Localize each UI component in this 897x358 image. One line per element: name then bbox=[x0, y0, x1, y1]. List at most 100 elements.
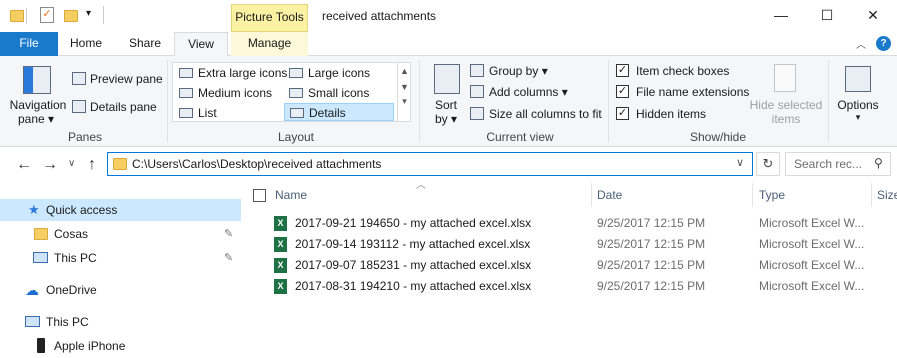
layout-gallery: Extra large icons Large icons Medium ico… bbox=[172, 62, 411, 122]
tab-view[interactable]: View bbox=[174, 32, 228, 57]
file-name: 2017-08-31 194210 - my attached excel.xl… bbox=[295, 279, 532, 293]
hide-selected-items-button[interactable]: Hide selected items bbox=[748, 60, 824, 126]
quick-access-dropdown-icon[interactable]: ▾ bbox=[86, 8, 91, 19]
minimize-button[interactable]: — bbox=[758, 0, 804, 32]
column-name[interactable]: Name bbox=[275, 183, 590, 207]
file-row[interactable]: X 2017-09-21 194650 - my attached excel.… bbox=[247, 213, 897, 234]
file-name: 2017-09-21 194650 - my attached excel.xl… bbox=[295, 216, 532, 230]
tab-manage[interactable]: Manage bbox=[231, 32, 308, 56]
nav-quick-access[interactable]: ★ Quick access bbox=[0, 199, 241, 221]
layout-small-icons[interactable]: Small icons bbox=[284, 84, 394, 102]
more-icon[interactable]: ▾ bbox=[398, 96, 411, 107]
picture-tools-context-label: Picture Tools bbox=[231, 4, 308, 32]
new-folder-icon[interactable] bbox=[64, 7, 78, 23]
sort-by-button[interactable]: Sort by ▾ bbox=[428, 60, 468, 126]
file-row[interactable]: X 2017-08-31 194210 - my attached excel.… bbox=[247, 276, 897, 297]
nav-label: Quick access bbox=[46, 203, 118, 217]
layout-large-icons[interactable]: Large icons bbox=[284, 64, 394, 82]
window-title: received attachments bbox=[322, 9, 437, 23]
layout-medium-icons[interactable]: Medium icons bbox=[174, 84, 284, 102]
collapse-ribbon-icon[interactable]: ︿ bbox=[856, 36, 866, 51]
address-dropdown-icon[interactable]: ∨ bbox=[736, 156, 744, 169]
item-check-boxes-label: Item check boxes bbox=[636, 64, 730, 78]
item-check-boxes-checkbox[interactable]: ✓ bbox=[616, 64, 629, 77]
tab-share[interactable]: Share bbox=[120, 32, 170, 56]
nav-this-pc-pinned[interactable]: This PC ✎ bbox=[0, 247, 241, 269]
forward-button[interactable]: → bbox=[42, 156, 58, 174]
divider bbox=[419, 60, 420, 142]
details-pane-button[interactable]: Details pane bbox=[70, 98, 166, 116]
layout-scroll[interactable]: ▲ ▼ ▾ bbox=[397, 63, 411, 121]
scroll-up-icon[interactable]: ▲ bbox=[398, 66, 411, 76]
nav-onedrive[interactable]: ☁ OneDrive bbox=[0, 279, 241, 301]
search-box[interactable]: Search rec... ⚲ bbox=[785, 152, 891, 176]
address-path[interactable]: C:\Users\Carlos\Desktop\received attachm… bbox=[132, 157, 381, 171]
options-button[interactable]: Options ▾ bbox=[832, 60, 884, 126]
options-label: Options bbox=[837, 98, 879, 112]
file-name: 2017-09-07 185231 - my attached excel.xl… bbox=[295, 258, 532, 272]
phone-icon bbox=[37, 338, 45, 353]
excel-file-icon: X bbox=[274, 237, 287, 252]
nav-cosas[interactable]: Cosas ✎ bbox=[0, 223, 241, 245]
file-row[interactable]: X 2017-09-07 185231 - my attached excel.… bbox=[247, 255, 897, 276]
options-dropdown-icon: ▾ bbox=[855, 112, 861, 122]
ribbon: Navigation pane ▾ Preview pane Details p… bbox=[0, 56, 897, 147]
close-button[interactable]: ✕ bbox=[850, 0, 896, 32]
add-columns-icon bbox=[470, 85, 484, 98]
hide-selected-label-2: items bbox=[771, 112, 801, 126]
pin-icon[interactable]: ✎ bbox=[224, 223, 233, 245]
tab-file[interactable]: File bbox=[0, 32, 58, 56]
folder-icon bbox=[10, 7, 24, 23]
title-bar: ✓ ▾ Picture Tools received attachments —… bbox=[0, 0, 897, 32]
size-all-columns-button[interactable]: Size all columns to fit bbox=[468, 105, 608, 123]
column-type[interactable]: Type bbox=[759, 183, 867, 207]
navigation-pane: ★ Quick access Cosas ✎ This PC ✎ ☁ OneDr… bbox=[0, 181, 241, 358]
add-columns-button[interactable]: Add columns ▾ bbox=[468, 83, 608, 101]
navigation-pane-label: Navigation bbox=[9, 98, 67, 112]
excel-file-icon: X bbox=[274, 258, 287, 273]
pin-icon[interactable]: ✎ bbox=[224, 247, 233, 269]
file-name-extensions-checkbox[interactable]: ✓ bbox=[616, 85, 629, 98]
navigation-pane-button[interactable]: Navigation pane ▾ bbox=[6, 60, 66, 126]
nav-this-pc[interactable]: This PC bbox=[0, 311, 241, 333]
preview-pane-icon bbox=[72, 72, 86, 85]
details-pane-label: Details pane bbox=[90, 100, 157, 114]
divider[interactable] bbox=[591, 183, 592, 207]
divider[interactable] bbox=[871, 183, 872, 207]
divider bbox=[26, 8, 27, 24]
preview-pane-button[interactable]: Preview pane bbox=[70, 70, 166, 88]
nav-label: This PC bbox=[54, 251, 97, 265]
layout-details[interactable]: Details bbox=[284, 103, 394, 121]
layout-extra-large-icons[interactable]: Extra large icons bbox=[174, 64, 287, 82]
group-by-button[interactable]: Group by ▾ bbox=[468, 62, 608, 80]
maximize-button[interactable]: ☐ bbox=[804, 0, 850, 32]
up-button[interactable]: ↑ bbox=[88, 156, 96, 174]
add-columns-label: Add columns ▾ bbox=[489, 85, 568, 99]
address-bar[interactable]: C:\Users\Carlos\Desktop\received attachm… bbox=[107, 152, 753, 176]
column-size[interactable]: Size bbox=[877, 183, 897, 207]
excel-file-icon: X bbox=[274, 216, 287, 231]
recent-locations-icon[interactable]: ∨ bbox=[68, 158, 75, 169]
layout-list[interactable]: List bbox=[174, 104, 284, 122]
divider[interactable] bbox=[752, 183, 753, 207]
file-name-extensions-toggle[interactable]: ✓ File name extensions bbox=[616, 84, 749, 100]
refresh-button[interactable]: ↻ bbox=[756, 152, 780, 176]
divider bbox=[167, 60, 168, 142]
hidden-items-toggle[interactable]: ✓ Hidden items bbox=[616, 106, 746, 122]
scroll-down-icon[interactable]: ▼ bbox=[398, 82, 411, 92]
item-check-boxes-toggle[interactable]: ✓ Item check boxes bbox=[616, 63, 746, 79]
tab-home[interactable]: Home bbox=[62, 32, 110, 56]
divider bbox=[103, 6, 104, 24]
column-date[interactable]: Date bbox=[597, 183, 747, 207]
ribbon-tabs: File Home Share View Manage ︿ ? bbox=[0, 32, 897, 57]
nav-label: OneDrive bbox=[46, 283, 97, 297]
nav-label: Apple iPhone bbox=[54, 339, 126, 353]
file-row[interactable]: X 2017-09-14 193112 - my attached excel.… bbox=[247, 234, 897, 255]
nav-apple-iphone[interactable]: Apple iPhone bbox=[0, 335, 241, 357]
back-button[interactable]: ← bbox=[16, 156, 32, 174]
search-input[interactable]: Search rec... bbox=[794, 157, 862, 171]
help-icon[interactable]: ? bbox=[876, 36, 891, 51]
hidden-items-checkbox[interactable]: ✓ bbox=[616, 107, 629, 120]
properties-icon[interactable]: ✓ bbox=[40, 7, 54, 23]
select-all-checkbox[interactable] bbox=[253, 189, 266, 202]
